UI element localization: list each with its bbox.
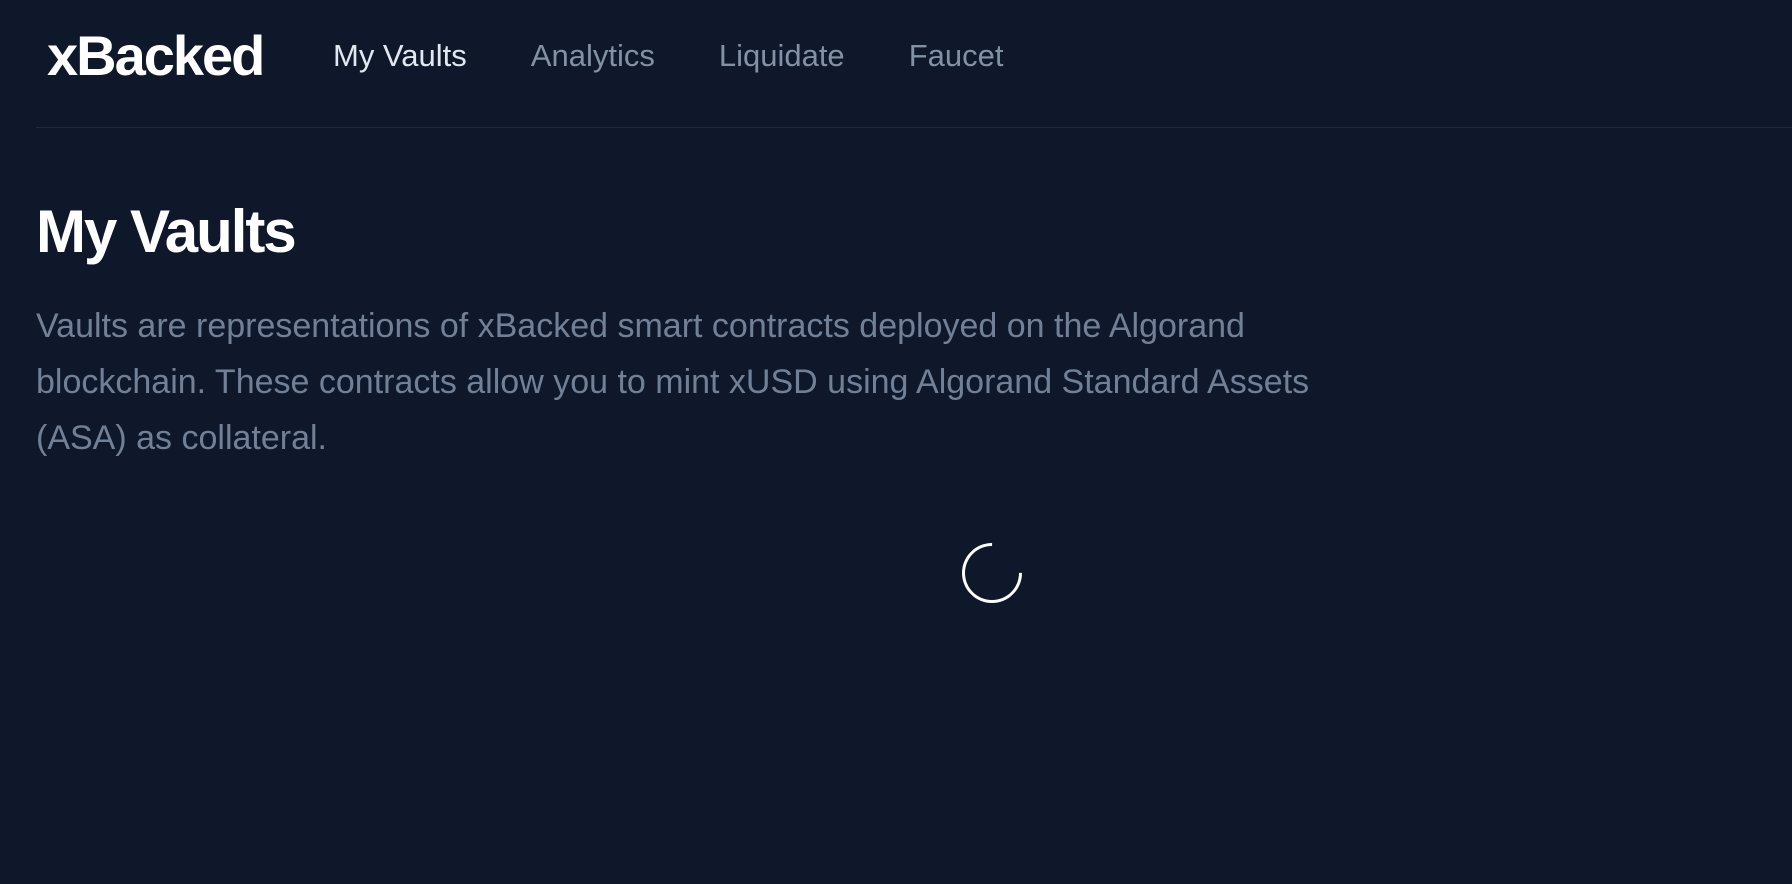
nav-my-vaults[interactable]: My Vaults: [333, 36, 467, 76]
main-nav: My Vaults Analytics Liquidate Faucet: [333, 36, 1003, 76]
spinner-icon: [949, 530, 1035, 616]
page-description: Vaults are representations of xBacked sm…: [36, 307, 1310, 457]
app-logo[interactable]: xBacked: [47, 23, 265, 89]
nav-faucet[interactable]: Faucet: [909, 36, 1004, 76]
top-header: xBacked My Vaults Analytics Liquidate Fa…: [36, 0, 1792, 128]
page-title: My Vaults: [36, 198, 297, 265]
nav-liquidate[interactable]: Liquidate: [719, 36, 845, 76]
nav-analytics[interactable]: Analytics: [531, 36, 655, 76]
